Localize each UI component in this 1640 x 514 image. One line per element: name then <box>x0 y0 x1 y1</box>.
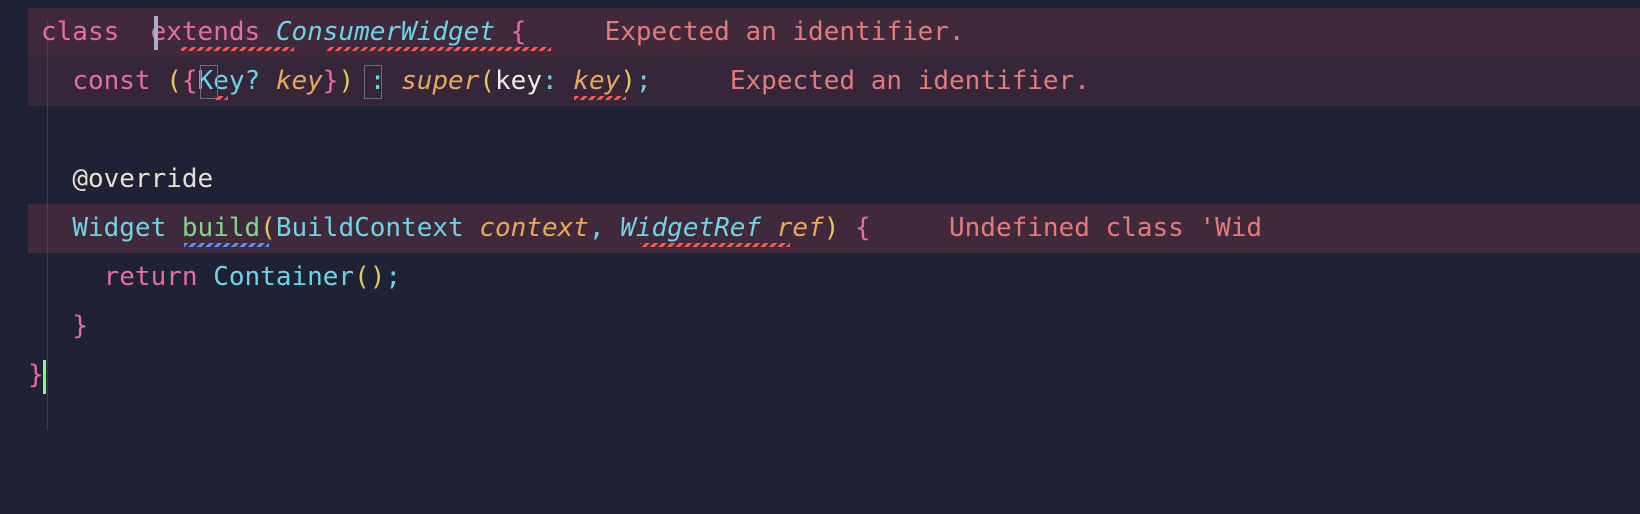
brace-close: } <box>323 57 339 106</box>
paren-open: ( <box>479 57 495 106</box>
spacer <box>464 204 480 253</box>
code-editor[interactable]: class extends ConsumerWidget { Expected … <box>0 8 1640 400</box>
type-name: BuildContext <box>276 204 464 253</box>
indent <box>41 155 72 204</box>
spacer <box>871 204 949 253</box>
error-message: Undefined class 'Wid <box>949 204 1262 253</box>
param-name: key <box>260 57 323 106</box>
code-line[interactable]: @override <box>28 155 1640 204</box>
error-squiggle <box>214 96 228 100</box>
keyword-const: const <box>72 57 166 106</box>
comma: , <box>589 204 620 253</box>
keyword-super: super <box>401 57 479 106</box>
indent <box>41 204 72 253</box>
indent <box>41 302 72 351</box>
nullable: ? <box>245 57 261 106</box>
code-line[interactable]: Widget build(BuildContext context, Widge… <box>28 204 1640 253</box>
error-squiggle <box>326 47 551 51</box>
named-param: key <box>495 57 542 106</box>
spacer <box>166 204 182 253</box>
info-squiggle <box>184 243 269 247</box>
text-cursor <box>43 360 46 394</box>
bracket-match <box>364 65 382 99</box>
indent <box>41 57 72 106</box>
type-name: Container <box>213 253 354 302</box>
paren-open: ( <box>166 57 182 106</box>
brace-close: } <box>72 302 88 351</box>
error-squiggle <box>574 96 626 100</box>
indent <box>41 253 104 302</box>
annotation: @override <box>72 155 213 204</box>
code-line[interactable]: } <box>28 351 1640 400</box>
param-name: context <box>479 204 589 253</box>
code-line[interactable] <box>28 106 1640 155</box>
brace-open: { <box>182 57 198 106</box>
error-squiggle <box>181 47 294 51</box>
colon: : <box>542 57 573 106</box>
keyword-return: return <box>104 253 198 302</box>
keyword-class: class <box>41 8 135 57</box>
bracket-match <box>200 65 218 99</box>
error-message: Expected an identifier. <box>605 8 965 57</box>
code-line[interactable]: class extends ConsumerWidget { Expected … <box>28 8 1640 57</box>
text-cursor <box>154 16 158 50</box>
type-name: Widget <box>72 204 166 253</box>
error-message: Expected an identifier. <box>730 57 1090 106</box>
code-line[interactable]: const ({Key? key}) : super(key: key); Ex… <box>28 57 1640 106</box>
semicolon: ; <box>636 57 652 106</box>
brace-open: { <box>839 204 870 253</box>
spacer <box>198 253 214 302</box>
paren-close: ) <box>338 57 354 106</box>
parens: () <box>354 253 385 302</box>
code-line[interactable]: } <box>28 302 1640 351</box>
semicolon: ; <box>385 253 401 302</box>
spacer <box>652 57 730 106</box>
brace-close: } <box>28 351 44 400</box>
paren-close: ) <box>824 204 840 253</box>
code-line[interactable]: return Container(); <box>28 253 1640 302</box>
error-squiggle <box>640 243 790 247</box>
